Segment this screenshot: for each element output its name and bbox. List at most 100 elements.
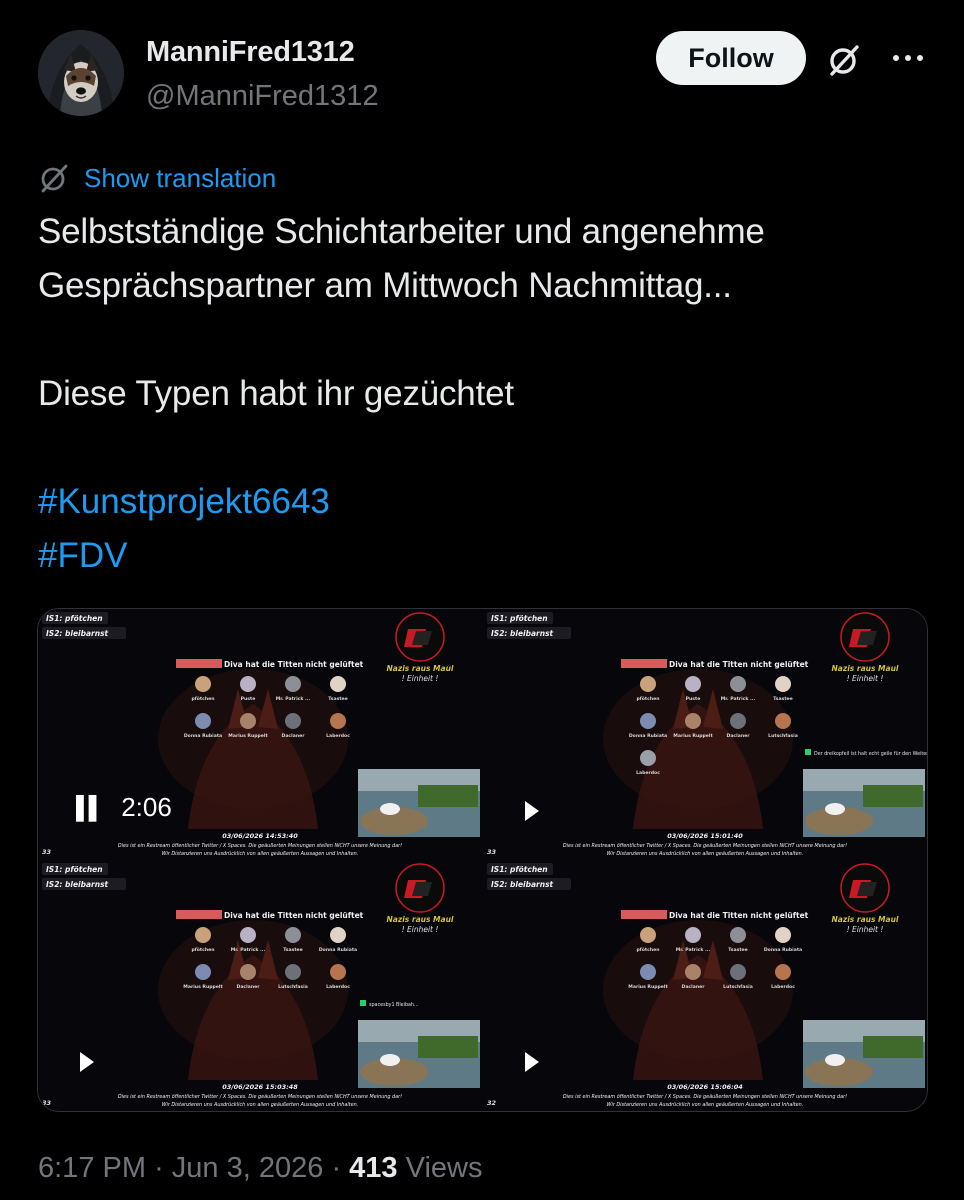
- participant-avatar: [195, 927, 211, 943]
- participant-name: Laberdoc: [636, 770, 660, 776]
- participant-avatar: [285, 713, 301, 729]
- stream-frame: IS1: pfötchen IS2: bleibarnst Nazis raus M…: [38, 860, 482, 1110]
- pause-icon[interactable]: ▌▌: [76, 795, 104, 821]
- viewer-count: 33: [487, 848, 497, 856]
- tweet-meta: 6:17 PM · Jun 3, 2026 · 413 Views: [38, 1152, 482, 1185]
- webcam-trees: [863, 1036, 923, 1058]
- participant-name: Marius Ruppelt: [673, 733, 713, 739]
- stream-user-label: IS1: pfötchen: [491, 614, 548, 623]
- hashtag-link[interactable]: #Kunstprojekt6643: [38, 482, 330, 522]
- hashtag-link[interactable]: #FDV: [38, 536, 127, 576]
- participant-avatar: [240, 964, 256, 980]
- disclaimer-text: Dies ist ein Restream öffentlicher Twitt…: [563, 843, 847, 849]
- stream-user-label: IS2: bleibarnst: [46, 629, 109, 638]
- participant-avatar: [285, 927, 301, 943]
- video-tile[interactable]: IS1: pfötchen IS2: bleibarnst Nazis raus M…: [38, 860, 482, 1110]
- video-player[interactable]: IS1: pfötchen IS2: bleibarnst Nazis raus M…: [37, 608, 928, 1112]
- space-title: Diva hat die Titten nicht gelüftet: [224, 660, 364, 669]
- participant-avatar: [640, 964, 656, 980]
- chat-message: Der dreikopfeil ist halt echt geile für …: [814, 751, 927, 757]
- sticker-text: ! Einheit !: [847, 925, 884, 934]
- participant-name: Mr. Patrick ...: [721, 696, 756, 702]
- views-label: Views: [405, 1152, 483, 1184]
- stream-user-label: IS1: pfötchen: [46, 865, 103, 874]
- participant-name: Daclaner: [282, 733, 306, 739]
- tweet-date[interactable]: Jun 3, 2026: [172, 1152, 324, 1184]
- participant-name: Tsastee: [283, 947, 303, 953]
- participant-avatar: [730, 927, 746, 943]
- stream-user-label: IS1: pfötchen: [46, 614, 103, 623]
- webcam-stork: [380, 803, 400, 815]
- stream-timestamp: 03/06/2026 15:01:40: [667, 832, 743, 840]
- participant-avatar: [730, 676, 746, 692]
- views-count: 413: [349, 1152, 398, 1184]
- participant-avatar: [685, 713, 701, 729]
- stream-user-label: IS2: bleibarnst: [491, 880, 554, 889]
- webcam-trees: [418, 785, 478, 807]
- sticker-text: Nazis raus Maul: [832, 915, 899, 924]
- webcam-stork: [825, 803, 845, 815]
- user-handle[interactable]: @ManniFred1312: [146, 80, 379, 113]
- video-tile[interactable]: IS1: pfötchen IS2: bleibarnst Nazis raus M…: [483, 609, 927, 859]
- participant-avatar: [685, 964, 701, 980]
- participant-avatar: [240, 676, 256, 692]
- participant-avatar: [330, 713, 346, 729]
- webcam-trees: [418, 1036, 478, 1058]
- participant-name: Mr. Patrick ...: [676, 947, 711, 953]
- participant-avatar: [285, 964, 301, 980]
- stream-timestamp: 03/06/2026 14:53:40: [222, 832, 298, 840]
- participant-name: Mr. Patrick ...: [276, 696, 311, 702]
- participant-avatar: [195, 713, 211, 729]
- participant-name: Puste: [241, 696, 256, 702]
- stream-user-label: IS2: bleibarnst: [46, 880, 109, 889]
- sticker-text: ! Einheit !: [402, 674, 439, 683]
- tweet-text-line-2: Gesprächspartner am Mittwoch Nachmittag.…: [38, 266, 732, 305]
- video-tile[interactable]: IS1: pfötchen IS2: bleibarnst Nazis raus M…: [483, 860, 927, 1110]
- participant-name: Marius Ruppelt: [228, 733, 268, 739]
- participant-name: Laberdoc: [326, 733, 350, 739]
- sticker-text: Nazis raus Maul: [387, 664, 454, 673]
- avatar[interactable]: [38, 30, 124, 116]
- title-redaction: [621, 910, 667, 919]
- participant-avatar: [240, 713, 256, 729]
- display-name[interactable]: ManniFred1312: [146, 36, 355, 69]
- participant-avatar: [195, 964, 211, 980]
- disclaimer-text: Wir Distanzieren uns Ausdrücklich von al…: [162, 1102, 359, 1108]
- participant-name: Donna Rubiata: [184, 733, 222, 739]
- participant-avatar: [775, 927, 791, 943]
- disclaimer-text: Dies ist ein Restream öffentlicher Twitt…: [118, 1094, 402, 1100]
- participant-name: Puste: [686, 696, 701, 702]
- title-redaction: [176, 659, 222, 668]
- participant-avatar: [640, 713, 656, 729]
- stream-user-label: IS2: bleibarnst: [491, 629, 554, 638]
- separator: ·: [331, 1152, 342, 1184]
- more-dots-icon[interactable]: [888, 46, 928, 70]
- show-translation-label: Show translation: [84, 162, 277, 193]
- tweet-time[interactable]: 6:17 PM: [38, 1152, 146, 1184]
- participant-name: Daclaner: [727, 733, 751, 739]
- participant-avatar: [330, 927, 346, 943]
- participant-name: pfötchen: [636, 696, 659, 702]
- chat-message: spacesby1 Bleibah...: [369, 1002, 419, 1008]
- participant-avatar: [730, 713, 746, 729]
- participant-name: Donna Rubiata: [764, 947, 802, 953]
- show-translation-link[interactable]: Show translation: [38, 162, 276, 194]
- participant-avatar: [775, 713, 791, 729]
- chat-badge: [360, 1000, 366, 1006]
- participant-name: Daclaner: [682, 984, 706, 990]
- sticker-text: Nazis raus Maul: [832, 664, 899, 673]
- disclaimer-text: Wir Distanzieren uns Ausdrücklich von al…: [607, 851, 804, 857]
- participant-name: pfötchen: [636, 947, 659, 953]
- follow-button[interactable]: Follow: [656, 31, 806, 85]
- participant-name: Daclaner: [237, 984, 261, 990]
- participant-name: Lutschfasia: [768, 733, 798, 739]
- grok-icon[interactable]: [826, 42, 862, 78]
- participant-avatar: [285, 676, 301, 692]
- participant-avatar: [775, 676, 791, 692]
- space-title: Diva hat die Titten nicht gelüftet: [669, 911, 809, 920]
- participant-avatar: [685, 676, 701, 692]
- participant-name: pfötchen: [191, 696, 214, 702]
- viewer-count: 32: [487, 1099, 497, 1107]
- video-controls[interactable]: ▌▌ 2:06: [76, 792, 172, 823]
- webcam-stork: [380, 1054, 400, 1066]
